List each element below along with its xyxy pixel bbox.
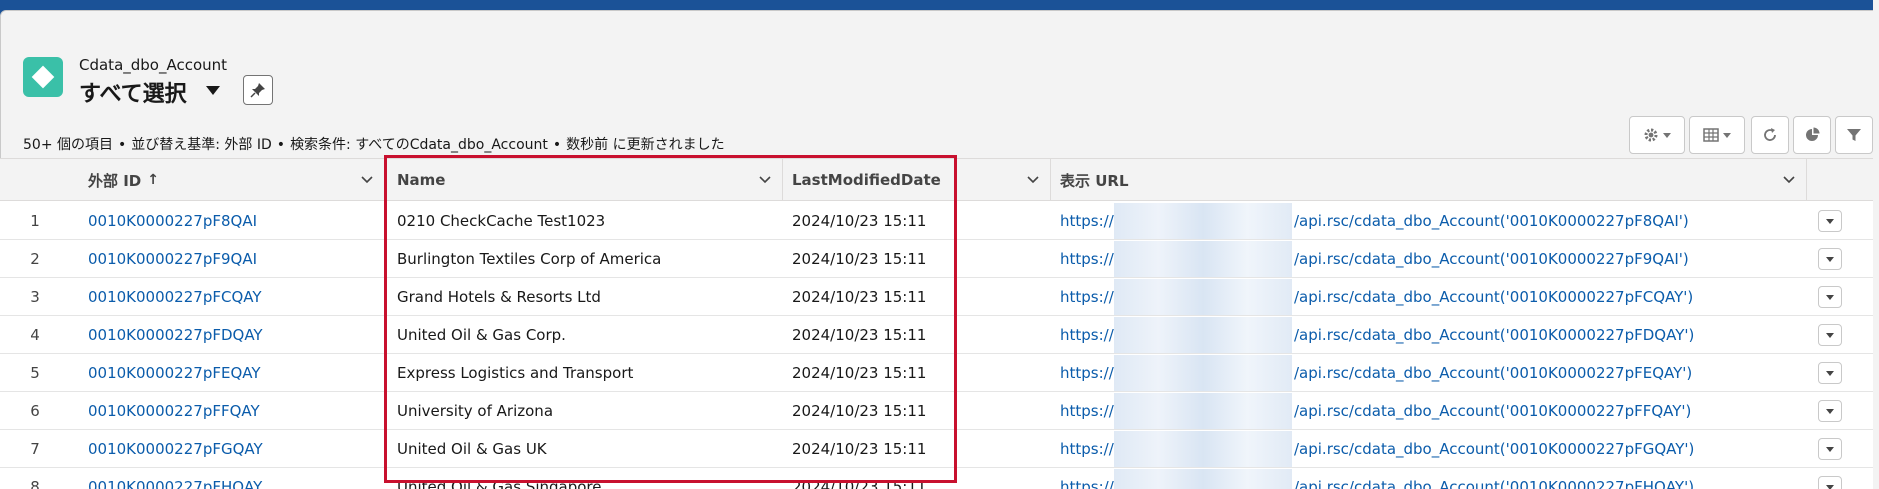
sort-info: 並び替え基準: 外部 ID <box>131 137 272 153</box>
list-view-title[interactable]: すべて選択 <box>79 76 187 108</box>
blurred-host <box>1114 279 1292 315</box>
external-id-link[interactable]: 0010K0000227pFCQAY <box>88 278 262 316</box>
blurred-host <box>1114 431 1292 467</box>
caret-down-icon <box>1663 132 1671 138</box>
row-number: 2 <box>30 250 40 268</box>
vertical-scrollbar[interactable] <box>1873 0 1879 489</box>
blurred-host <box>1114 317 1292 353</box>
display-url-link[interactable]: /api.rsc/cdata_dbo_Account('0010K0000227… <box>1294 354 1692 392</box>
row-number: 5 <box>30 364 40 382</box>
display-as-button[interactable] <box>1689 116 1745 154</box>
charts-button[interactable] <box>1793 116 1831 154</box>
column-label: 表示 URL <box>1060 171 1129 190</box>
caret-down-icon <box>1723 132 1731 138</box>
external-id-link[interactable]: 0010K0000227pFEQAY <box>88 354 261 392</box>
display-url-prefix[interactable]: https:// <box>1060 278 1114 316</box>
pin-button[interactable] <box>243 75 273 105</box>
row-number: 3 <box>30 288 40 306</box>
item-count: 50+ 個の項目 <box>23 137 113 153</box>
filter-button[interactable] <box>1835 116 1873 154</box>
object-name: Cdata_dbo_Account <box>79 56 228 74</box>
column-header-external-id[interactable]: 外部 ID ↑ <box>78 159 384 201</box>
row-number: 1 <box>30 212 40 230</box>
row-number: 6 <box>30 402 40 420</box>
display-url-prefix[interactable]: https:// <box>1060 202 1114 240</box>
settings-button[interactable] <box>1629 116 1685 154</box>
display-url-prefix[interactable]: https:// <box>1060 240 1114 278</box>
display-url-link[interactable]: /api.rsc/cdata_dbo_Account('0010K0000227… <box>1294 202 1689 240</box>
blurred-host <box>1114 469 1292 489</box>
row-actions-button[interactable] <box>1818 476 1842 489</box>
display-url-prefix[interactable]: https:// <box>1060 354 1114 392</box>
row-number: 8 <box>30 478 40 489</box>
sort-ascending-icon: ↑ <box>147 172 159 188</box>
table-icon <box>1703 128 1719 142</box>
row-number: 7 <box>30 440 40 458</box>
row-actions-button[interactable] <box>1818 438 1842 460</box>
chevron-down-icon[interactable] <box>1782 172 1796 186</box>
pin-icon <box>250 83 265 98</box>
external-id-link[interactable]: 0010K0000227pFHQAY <box>88 468 262 489</box>
filter-info: 検索条件: すべてのCdata_dbo_Account <box>290 137 548 153</box>
display-url-link[interactable]: /api.rsc/cdata_dbo_Account('0010K0000227… <box>1294 278 1693 316</box>
refresh-button[interactable] <box>1751 116 1789 154</box>
row-actions-button[interactable] <box>1818 362 1842 384</box>
display-url-prefix[interactable]: https:// <box>1060 316 1114 354</box>
refresh-icon <box>1764 128 1776 141</box>
external-id-link[interactable]: 0010K0000227pF9QAI <box>88 240 257 278</box>
separator: • <box>276 137 286 153</box>
column-header-display-url[interactable]: 表示 URL <box>1050 159 1806 201</box>
display-url-link[interactable]: /api.rsc/cdata_dbo_Account('0010K0000227… <box>1294 392 1691 430</box>
blurred-host <box>1114 393 1292 429</box>
external-id-link[interactable]: 0010K0000227pFGQAY <box>88 430 263 468</box>
blurred-host <box>1114 241 1292 277</box>
filter-icon <box>1847 129 1861 141</box>
updated-info: 数秒前 に更新されました <box>566 137 725 153</box>
external-id-link[interactable]: 0010K0000227pF8QAI <box>88 202 257 240</box>
list-status-line: 50+ 個の項目 • 並び替え基準: 外部 ID • 検索条件: すべてのCdata_d… <box>23 134 725 154</box>
blurred-host <box>1114 203 1292 239</box>
pie-chart-icon <box>1806 127 1820 141</box>
chevron-down-icon[interactable] <box>1026 172 1040 186</box>
row-actions-button[interactable] <box>1818 324 1842 346</box>
row-actions-button[interactable] <box>1818 210 1842 232</box>
row-actions-button[interactable] <box>1818 400 1842 422</box>
row-number: 4 <box>30 326 40 344</box>
column-label: 外部 ID <box>88 171 142 190</box>
display-url-link[interactable]: /api.rsc/cdata_dbo_Account('0010K0000227… <box>1294 316 1694 354</box>
row-actions-button[interactable] <box>1818 248 1842 270</box>
chevron-down-icon[interactable] <box>206 86 220 95</box>
row-actions-button[interactable] <box>1818 286 1842 308</box>
separator: • <box>118 137 127 153</box>
chevron-down-icon[interactable] <box>360 172 374 186</box>
separator: • <box>552 137 562 153</box>
display-url-link[interactable]: /api.rsc/cdata_dbo_Account('0010K0000227… <box>1294 468 1694 489</box>
display-url-link[interactable]: /api.rsc/cdata_dbo_Account('0010K0000227… <box>1294 430 1694 468</box>
column-divider <box>1806 159 1807 201</box>
display-url-prefix[interactable]: https:// <box>1060 468 1114 489</box>
external-id-link[interactable]: 0010K0000227pFDQAY <box>88 316 263 354</box>
blurred-host <box>1114 355 1292 391</box>
object-diamond-icon <box>23 57 63 97</box>
display-url-prefix[interactable]: https:// <box>1060 430 1114 468</box>
display-url-prefix[interactable]: https:// <box>1060 392 1114 430</box>
external-id-link[interactable]: 0010K0000227pFFQAY <box>88 392 260 430</box>
gear-icon <box>1644 128 1658 142</box>
highlight-box <box>384 155 957 483</box>
display-url-link[interactable]: /api.rsc/cdata_dbo_Account('0010K0000227… <box>1294 240 1689 278</box>
